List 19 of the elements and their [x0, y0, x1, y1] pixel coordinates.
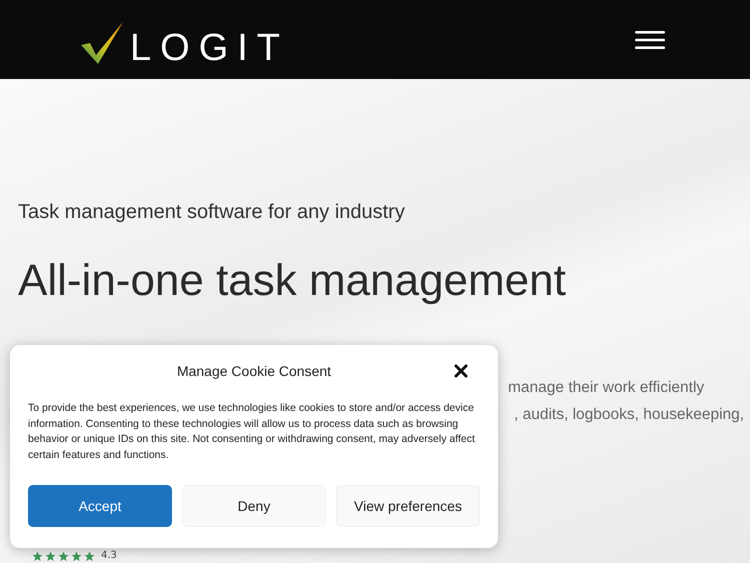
hero-heading: All-in-one task management [18, 255, 567, 307]
star-icon [71, 550, 82, 562]
consent-button[interactable]: View preferences [336, 485, 480, 527]
star-icon [45, 550, 56, 562]
close-icon[interactable] [454, 364, 468, 378]
dialog-message: To provide the best experiences, we use technologies like cookies to store and/or access device information. Consenting to these technologies will allow us to process data such as browsing behavior or unique IDs on this site. Not consenting or withdrawing consent, may adversely affect certain features and functions. [28, 401, 476, 462]
menu-icon[interactable] [635, 30, 665, 48]
hero-text-line: , audits, logbooks, housekeeping, [513, 405, 746, 425]
rating-score: 4.3 [101, 550, 117, 562]
star-icon [84, 550, 95, 562]
logo-text: LOGIT [130, 30, 290, 64]
consent-button[interactable]: Accept [28, 485, 172, 527]
checkmark-logo-icon [80, 20, 124, 64]
hero-text-line: manage their work efficiently [507, 378, 706, 398]
hero-subtitle: Task management software for any industry [18, 201, 406, 224]
star-icon [32, 550, 43, 562]
star-icon [58, 550, 69, 562]
dialog-title: Manage Cookie Consent [176, 363, 332, 379]
consent-button[interactable]: Deny [182, 485, 326, 527]
